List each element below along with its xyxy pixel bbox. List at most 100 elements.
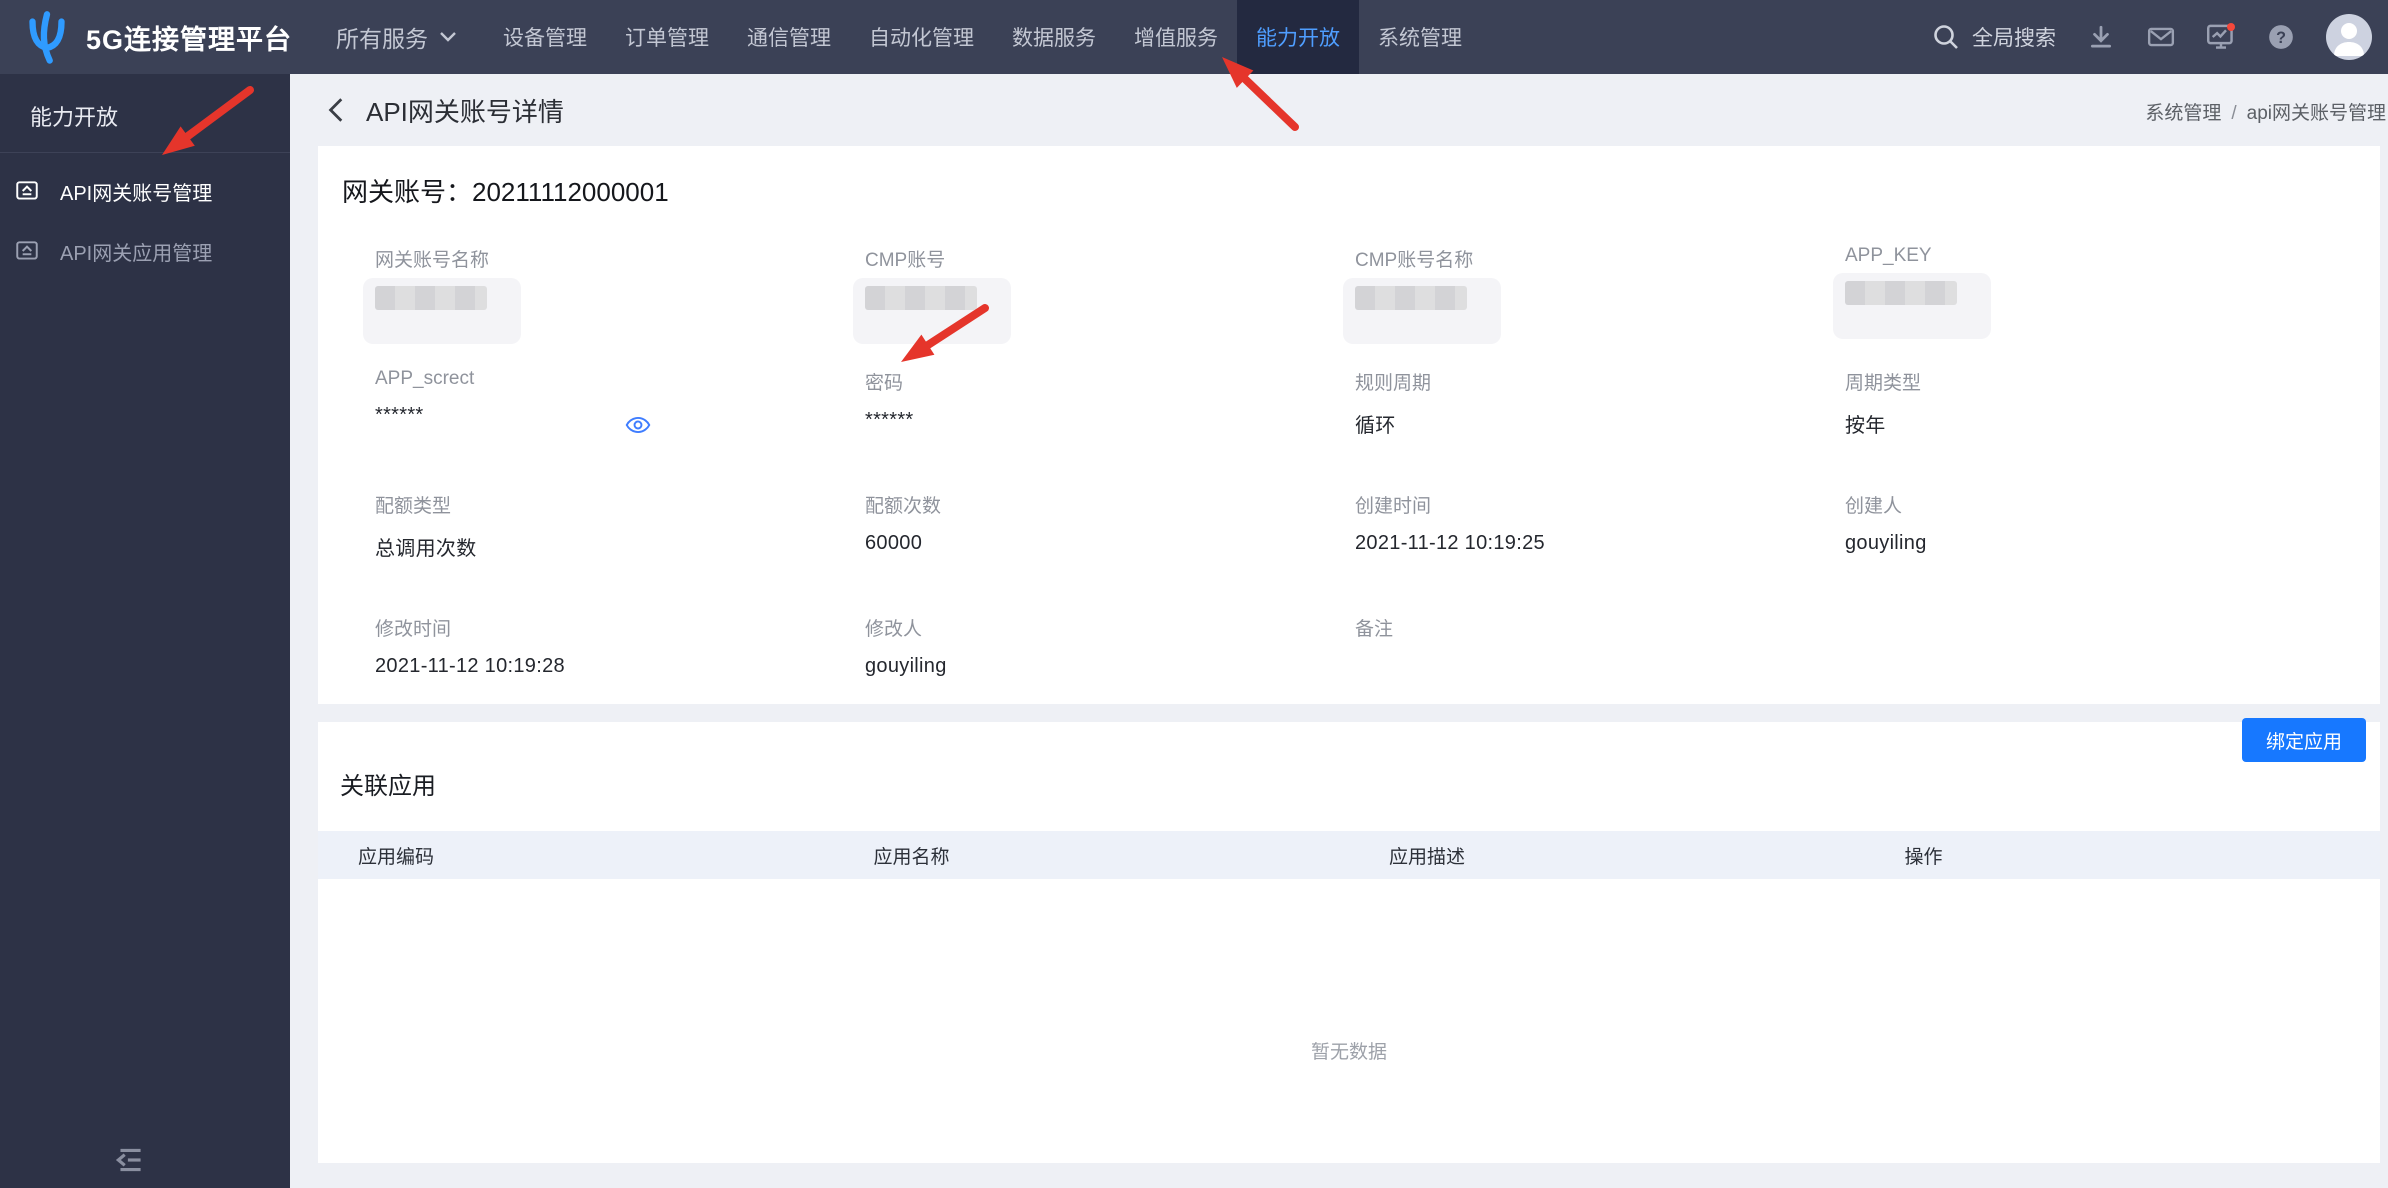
sidebar-item-1[interactable]: API网关应用管理: [0, 221, 290, 281]
field-value: 60000: [865, 532, 923, 554]
table-column-3: 操作: [1904, 846, 1943, 868]
field-value: 2021-11-12 10:19:25: [1355, 532, 1545, 554]
field-1: CMP账号: [853, 245, 1355, 368]
related-apps-title: 关联应用: [340, 773, 436, 800]
nav-item-1[interactable]: 订单管理: [606, 0, 728, 74]
field-9: 配额次数 60000: [865, 491, 1355, 614]
nav-item-7[interactable]: 系统管理: [1359, 0, 1481, 74]
nav-item-2[interactable]: 通信管理: [728, 0, 850, 74]
brand: 5G连接管理平台: [0, 8, 292, 66]
table-column-0: 应用编码: [358, 846, 435, 868]
field-value: [1355, 655, 1845, 679]
field-label: CMP账号: [865, 250, 946, 271]
user-avatar[interactable]: [2326, 14, 2372, 60]
chevron-down-icon: [438, 30, 458, 44]
field-value: ******: [375, 404, 424, 426]
field-label: 密码: [865, 373, 904, 394]
main-nav: 设备管理 订单管理 通信管理 自动化管理 数据服务 增值服务 能力开放 系统管理: [484, 0, 1481, 74]
nav-item-5[interactable]: 增值服务: [1115, 0, 1237, 74]
field-11: 创建人 gouyiling: [1845, 491, 2335, 614]
field-14: 备注: [1355, 614, 1845, 737]
monitor-icon[interactable]: [2206, 22, 2236, 52]
bind-app-button[interactable]: 绑定应用: [2241, 718, 2366, 762]
field-label: 配额类型: [375, 496, 452, 517]
redacted-value: [853, 278, 1011, 344]
nav-item-3[interactable]: 自动化管理: [850, 0, 993, 74]
global-search[interactable]: 全局搜索: [1932, 22, 2056, 52]
field-label: 创建时间: [1355, 496, 1432, 517]
field-2: CMP账号名称: [1343, 245, 1845, 368]
gateway-account-detail-card: 网关账号：20211112000001 网关账号名称 CMP账号 CMP账号名称 AP…: [318, 146, 2380, 704]
breadcrumb-item-0[interactable]: 系统管理: [2145, 103, 2221, 124]
sidebar-item-0[interactable]: API网关账号管理: [0, 161, 290, 221]
top-navbar: 5G连接管理平台 所有服务 设备管理 订单管理 通信管理 自动化管理 数据服务 增值服务能…: [0, 0, 2388, 74]
field-label: 规则周期: [1355, 373, 1432, 394]
field-label: APP_KEY: [1845, 245, 1932, 266]
field-8: 配额类型 总调用次数: [375, 491, 865, 614]
redacted-value: [1343, 278, 1501, 344]
field-3: APP_KEY: [1833, 245, 2335, 368]
field-value: 按年: [1845, 415, 1886, 437]
field-value: 2021-11-12 10:19:28: [375, 655, 565, 677]
field-10: 创建时间 2021-11-12 10:19:25: [1355, 491, 1845, 614]
redacted-value: [363, 278, 521, 344]
platform-title: 5G连接管理平台: [86, 24, 293, 55]
search-icon: [1932, 23, 1960, 51]
breadcrumb[interactable]: 系统管理 / api网关账号管理: [2145, 98, 2386, 125]
field-12: 修改时间 2021-11-12 10:19:28: [375, 614, 865, 737]
all-services-menu[interactable]: 所有服务: [336, 20, 458, 54]
nav-item-0[interactable]: 设备管理: [484, 0, 606, 74]
help-icon[interactable]: ?: [2266, 22, 2296, 52]
back-icon[interactable]: [324, 95, 350, 125]
field-0: 网关账号名称: [363, 245, 865, 368]
eye-icon[interactable]: [625, 412, 651, 438]
page-title: API网关账号详情: [366, 96, 564, 127]
sidebar: 能力开放 API网关账号管理 API网关应用管理: [0, 74, 290, 1188]
field-7: 周期类型 按年: [1845, 368, 2335, 491]
table-column-2: 应用描述: [1389, 846, 1466, 868]
page-header: API网关账号详情 系统管理 / api网关账号管理: [290, 74, 2388, 146]
field-label: 备注: [1355, 619, 1394, 640]
field-label: 配额次数: [865, 496, 942, 517]
svg-text:?: ?: [2276, 29, 2286, 47]
field-value: gouyiling: [865, 655, 947, 677]
gateway-account-title: 网关账号：20211112000001: [342, 177, 669, 207]
field-6: 规则周期 循环: [1355, 368, 1845, 491]
table-column-1: 应用名称: [873, 846, 950, 868]
platform-logo-icon: [24, 8, 70, 66]
field-label: 创建人: [1845, 496, 1903, 517]
field-13: 修改人 gouyiling: [865, 614, 1355, 737]
breadcrumb-item-1[interactable]: api网关账号管理: [2247, 103, 2386, 124]
field-value: 总调用次数: [375, 538, 477, 560]
detail-fields-grid: 网关账号名称 CMP账号 CMP账号名称 APP_KEY APP_screct *****…: [363, 245, 2380, 737]
sidebar-menu: API网关账号管理 API网关应用管理: [0, 153, 290, 281]
download-icon[interactable]: [2086, 22, 2116, 52]
sidebar-item-label: API网关账号管理: [60, 182, 213, 205]
notification-badge: [2227, 23, 2235, 31]
field-5: 密码 ******: [865, 368, 1355, 491]
field-value: 循环: [1355, 415, 1396, 437]
field-value: gouyiling: [1845, 532, 1927, 554]
field-label: 周期类型: [1845, 373, 1922, 394]
apps-table-header: 应用编码 应用名称 应用描述 操作: [318, 831, 2380, 879]
breadcrumb-separator: /: [2231, 103, 2237, 124]
gateway-account-id: 20211112000001: [472, 177, 669, 207]
redacted-value: [1833, 273, 1991, 339]
field-label: APP_screct: [375, 368, 475, 389]
field-value: ******: [865, 409, 914, 431]
table-empty-text: 暂无数据: [1310, 1042, 1387, 1063]
nav-item-6[interactable]: 能力开放: [1237, 0, 1360, 74]
field-label: 修改人: [865, 619, 923, 640]
sidebar-item-label: API网关应用管理: [60, 242, 213, 265]
field-label: CMP账号名称: [1355, 250, 1474, 271]
sidebar-title: 能力开放: [0, 74, 290, 153]
field-4: APP_screct ******: [375, 368, 865, 491]
mail-icon[interactable]: [2146, 22, 2176, 52]
clipboard-icon: [14, 238, 40, 264]
nav-item-4[interactable]: 数据服务: [993, 0, 1115, 74]
sidebar-collapse-icon[interactable]: [112, 1144, 148, 1176]
field-label: 网关账号名称: [375, 250, 490, 271]
related-apps-card: 关联应用 绑定应用 应用编码 应用名称 应用描述 操作 暂无数据: [318, 718, 2380, 1163]
clipboard-icon: [14, 178, 40, 204]
navbar-right: 全局搜索 ?: [1932, 14, 2388, 60]
